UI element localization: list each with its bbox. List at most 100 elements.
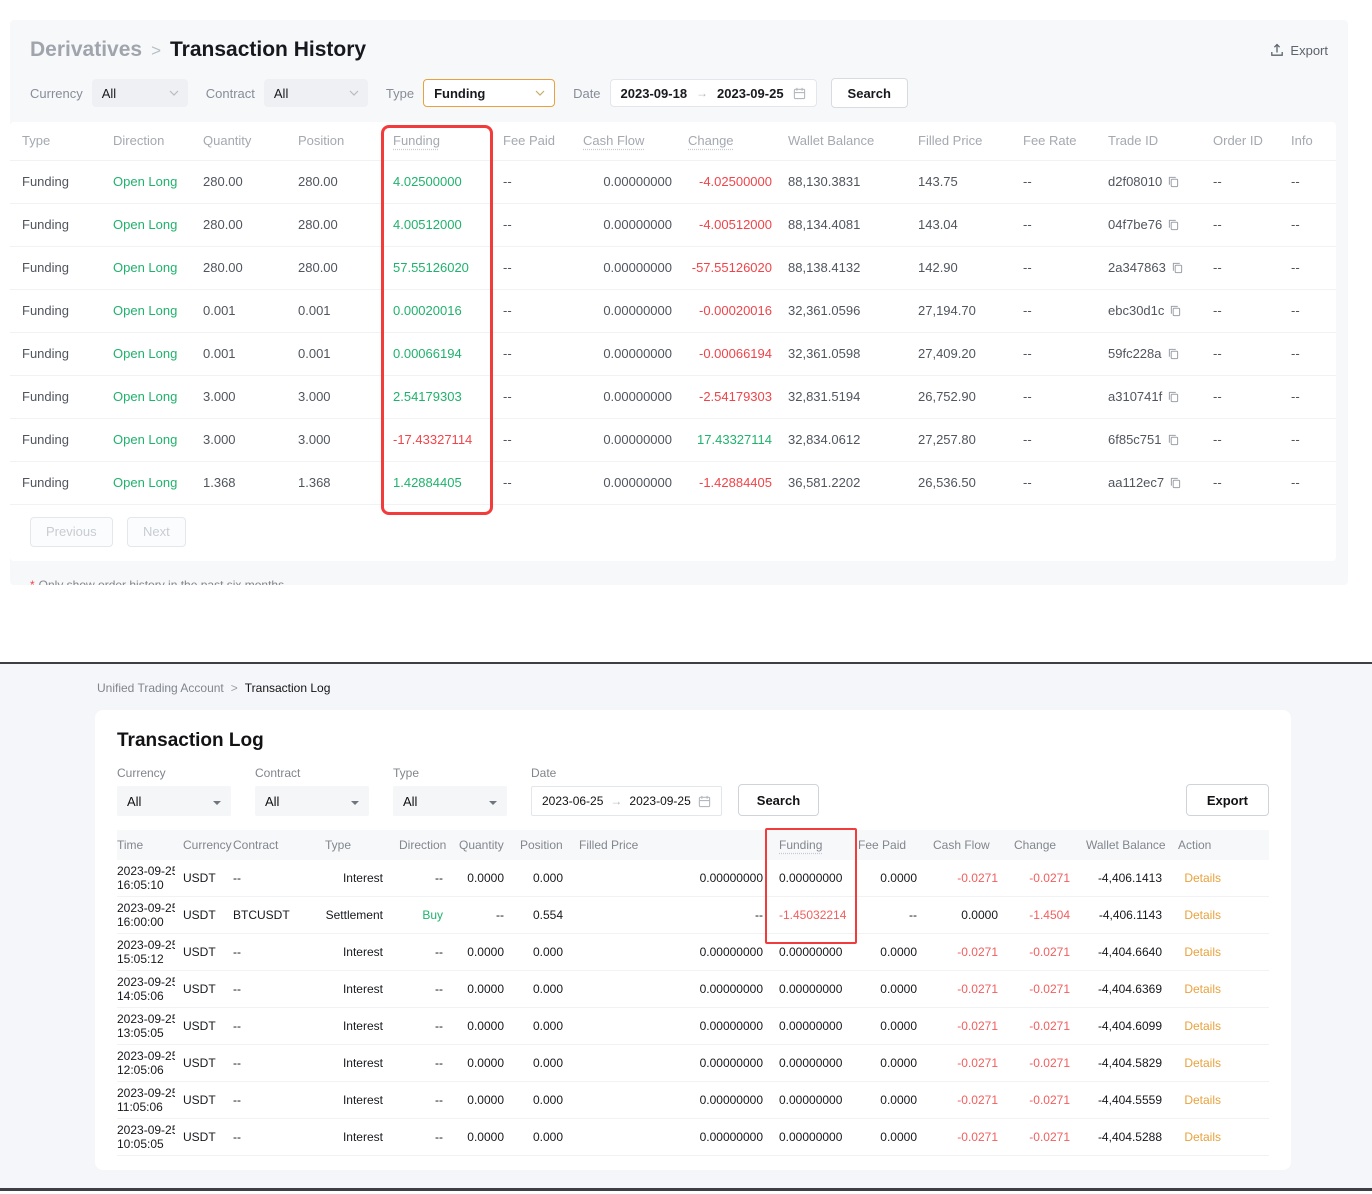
- copy-icon[interactable]: [1168, 391, 1179, 403]
- cell-position: 0.000: [512, 1008, 571, 1045]
- cell-direction: Open Long: [105, 461, 195, 504]
- details-link[interactable]: Details: [1184, 982, 1221, 996]
- currency-filter-label: Currency: [30, 86, 83, 101]
- copy-icon[interactable]: [1170, 305, 1181, 317]
- details-link[interactable]: Details: [1184, 1056, 1221, 1070]
- breadcrumb-derivatives[interactable]: Derivatives: [30, 38, 142, 61]
- date-range-picker[interactable]: 2023-09-18 → 2023-09-25: [610, 79, 817, 107]
- col-header-time: Time: [117, 830, 175, 860]
- cell-direction: --: [391, 1045, 451, 1082]
- cell-change: -0.0271: [1006, 971, 1078, 1008]
- copy-icon[interactable]: [1168, 434, 1179, 446]
- cell-action: Details: [1170, 1082, 1269, 1119]
- col-header-position: Position: [512, 830, 571, 860]
- cell-quantity: 0.0000: [451, 860, 512, 897]
- cell-filled_price: 26,536.50: [910, 461, 1015, 504]
- cell-contract: --: [225, 1082, 317, 1119]
- cell-contract: --: [225, 860, 317, 897]
- details-link[interactable]: Details: [1184, 1019, 1221, 1033]
- cell-info: --: [1283, 332, 1336, 375]
- cell-trade_id: ebc30d1c: [1100, 289, 1205, 332]
- cell-quantity: 280.00: [195, 203, 290, 246]
- details-link[interactable]: Details: [1184, 908, 1221, 922]
- cell-action: Details: [1170, 1008, 1269, 1045]
- filter-bar: Currency All Contract All Type All: [117, 766, 1269, 816]
- cell-direction: Open Long: [105, 332, 195, 375]
- cell-time: 2023-09-2516:05:10: [117, 860, 175, 897]
- copy-icon[interactable]: [1168, 176, 1179, 188]
- cell-cash_flow: 0.00000000: [575, 246, 680, 289]
- caret-down-icon: [213, 801, 221, 809]
- contract-select[interactable]: All: [264, 79, 368, 107]
- cell-quantity: 3.000: [195, 418, 290, 461]
- breadcrumb-unified-trading-account[interactable]: Unified Trading Account: [97, 681, 224, 695]
- copy-icon[interactable]: [1168, 219, 1179, 231]
- cell-cash_flow: 0.00000000: [575, 461, 680, 504]
- cell-funding: 0.00000000: [771, 1045, 850, 1082]
- card-title: Transaction Log: [117, 730, 1269, 752]
- cell-order_id: --: [1205, 203, 1283, 246]
- cell-wallet_balance: 88,138.4132: [780, 246, 910, 289]
- copy-icon[interactable]: [1172, 262, 1183, 274]
- cell-funding: 0.00000000: [771, 971, 850, 1008]
- previous-page-button[interactable]: Previous: [30, 517, 113, 547]
- cell-trade_id: 6f85c751: [1100, 418, 1205, 461]
- cell-cash_flow: -0.0271: [925, 1008, 1006, 1045]
- cell-position: 1.368: [290, 461, 385, 504]
- table-row: FundingOpen Long280.00280.004.02500000--…: [10, 160, 1336, 203]
- currency-select[interactable]: All: [92, 79, 188, 107]
- cell-type: Funding: [10, 246, 105, 289]
- cell-trade_id: d2f08010: [1100, 160, 1205, 203]
- type-select[interactable]: Funding: [423, 79, 555, 107]
- cell-type: Funding: [10, 418, 105, 461]
- cell-funding: 0.00000000: [771, 1119, 850, 1156]
- details-link[interactable]: Details: [1184, 1093, 1221, 1107]
- col-header-wallet_balance: Wallet Balance: [1078, 830, 1170, 860]
- contract-filter-label: Contract: [206, 86, 255, 101]
- col-header-position: Position: [290, 122, 385, 160]
- cell-quantity: 280.00: [195, 160, 290, 203]
- next-page-button[interactable]: Next: [127, 517, 186, 547]
- type-select[interactable]: All: [393, 786, 507, 816]
- cell-funding: 1.42884405: [385, 461, 495, 504]
- table-row: 2023-09-2516:00:00USDTBTCUSDTSettlementB…: [117, 897, 1269, 934]
- copy-icon[interactable]: [1168, 348, 1179, 360]
- cell-time: 2023-09-2512:05:06: [117, 1045, 175, 1082]
- table-row: 2023-09-2516:05:10USDT--Interest--0.0000…: [117, 860, 1269, 897]
- transaction-log-card: Transaction Log Currency All Contract Al…: [95, 710, 1291, 1170]
- calendar-icon: [793, 87, 806, 100]
- export-button[interactable]: Export: [1186, 784, 1269, 816]
- search-button[interactable]: Search: [831, 78, 908, 108]
- col-header-funding: Funding: [385, 122, 495, 160]
- cell-time: 2023-09-2515:05:12: [117, 934, 175, 971]
- history-footnote: *Only show order history in the past six…: [30, 577, 284, 585]
- cell-filled_price: 0.00000000: [571, 971, 771, 1008]
- cell-position: 280.00: [290, 246, 385, 289]
- cell-type: Funding: [10, 375, 105, 418]
- date-range-picker[interactable]: 2023-06-25 → 2023-09-25: [531, 786, 722, 816]
- cell-info: --: [1283, 246, 1336, 289]
- page-title: Transaction History: [170, 38, 366, 61]
- details-link[interactable]: Details: [1184, 871, 1221, 885]
- contract-select[interactable]: All: [255, 786, 369, 816]
- search-button[interactable]: Search: [738, 784, 819, 816]
- cell-type: Interest: [317, 971, 391, 1008]
- cell-position: 3.000: [290, 375, 385, 418]
- export-button[interactable]: Export: [1270, 43, 1328, 58]
- cell-wallet_balance: -4,404.6640: [1078, 934, 1170, 971]
- cell-fee_rate: --: [1015, 246, 1100, 289]
- cell-fee_paid: 0.0000: [850, 1008, 925, 1045]
- cell-info: --: [1283, 375, 1336, 418]
- cell-funding: 2.54179303: [385, 375, 495, 418]
- cell-wallet_balance: 32,361.0598: [780, 332, 910, 375]
- cell-quantity: --: [451, 897, 512, 934]
- currency-select[interactable]: All: [117, 786, 231, 816]
- copy-icon[interactable]: [1170, 477, 1181, 489]
- cell-position: 0.000: [512, 1082, 571, 1119]
- details-link[interactable]: Details: [1184, 1130, 1221, 1144]
- cell-type: Funding: [10, 203, 105, 246]
- breadcrumb: Unified Trading Account>Transaction Log: [97, 681, 330, 695]
- details-link[interactable]: Details: [1184, 945, 1221, 959]
- table-row: 2023-09-2512:05:06USDT--Interest--0.0000…: [117, 1045, 1269, 1082]
- cell-filled_price: 143.04: [910, 203, 1015, 246]
